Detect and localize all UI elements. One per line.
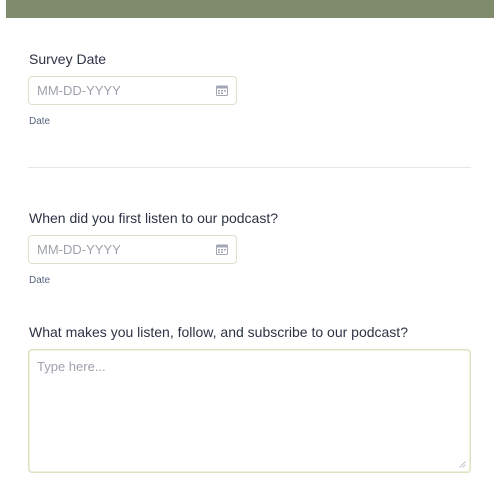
- form-card: Survey Date Date When did you first list…: [6, 0, 494, 484]
- survey-date-sublabel: Date: [29, 116, 51, 127]
- survey-date-input[interactable]: [29, 77, 217, 104]
- first-listen-sublabel: Date: [29, 275, 51, 286]
- survey-date-label: Survey Date: [29, 51, 107, 67]
- section-divider: [28, 167, 471, 168]
- first-listen-date-field[interactable]: [28, 235, 237, 264]
- listen-reason-textarea[interactable]: [29, 350, 470, 472]
- survey-date-field[interactable]: [28, 76, 237, 105]
- resize-handle-icon[interactable]: [459, 461, 466, 468]
- form-header-bar: [6, 0, 494, 18]
- calendar-icon[interactable]: [216, 244, 228, 255]
- calendar-icon[interactable]: [216, 85, 228, 96]
- listen-reason-field[interactable]: [28, 349, 471, 473]
- first-listen-label: When did you first listen to our podcast…: [29, 210, 279, 226]
- listen-reason-label: What makes you listen, follow, and subsc…: [29, 324, 408, 340]
- first-listen-date-input[interactable]: [29, 236, 217, 263]
